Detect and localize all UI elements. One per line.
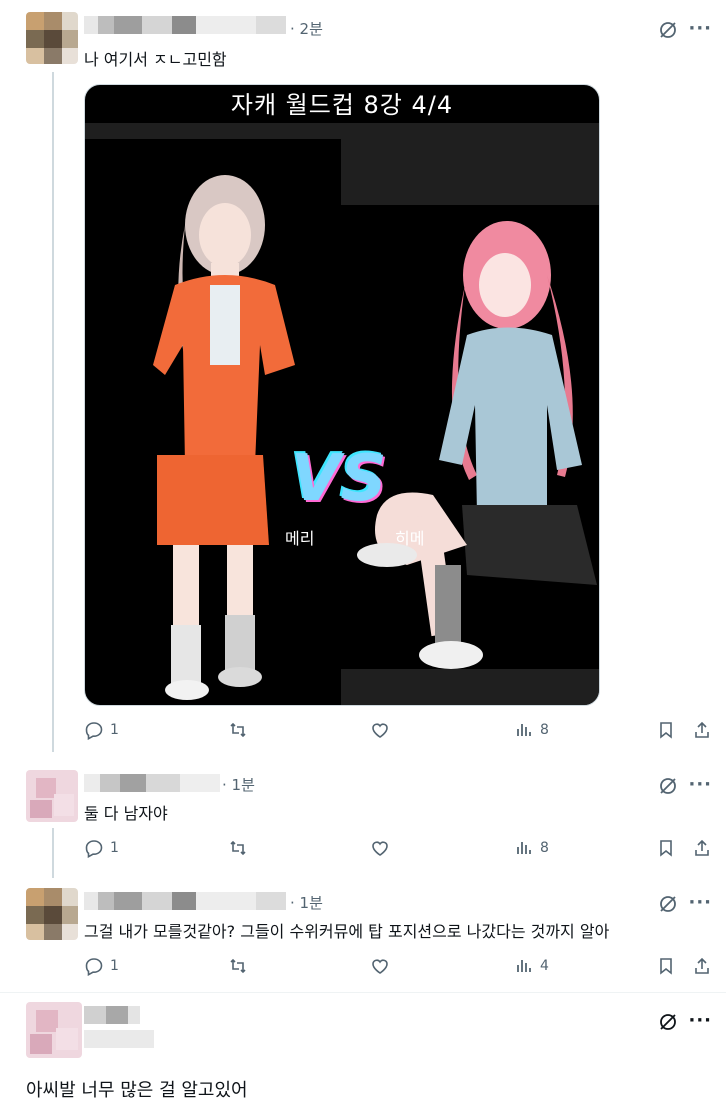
- reply-icon: [85, 840, 103, 858]
- more-icon[interactable]: ···: [688, 774, 712, 795]
- action-bar: 1 8: [84, 720, 714, 744]
- right-name-label: 히메: [395, 529, 425, 548]
- repost-button[interactable]: [228, 720, 248, 740]
- share-icon: [695, 839, 709, 856]
- post-time[interactable]: · 1분: [222, 774, 255, 795]
- heart-icon: [372, 723, 388, 738]
- views-bar-icon: [517, 960, 531, 972]
- reply-button[interactable]: 1: [84, 956, 119, 976]
- avatar[interactable]: [26, 888, 78, 940]
- panel-divider: [85, 123, 599, 139]
- grok-icon[interactable]: [658, 20, 678, 40]
- bookmark-button[interactable]: [656, 720, 676, 740]
- heart-icon: [372, 959, 388, 974]
- username-blurred[interactable]: [84, 1006, 140, 1024]
- views-bar-icon: [517, 842, 531, 854]
- reply-icon: [85, 958, 103, 976]
- avatar[interactable]: [26, 1002, 82, 1058]
- share-button[interactable]: [692, 956, 712, 976]
- handle-blurred[interactable]: [84, 1030, 154, 1048]
- post[interactable]: · 1분 ··· 둘 다 남자야 1 8: [0, 764, 726, 874]
- reply-icon: [85, 722, 103, 740]
- views-bar-icon: [517, 724, 531, 736]
- post[interactable]: · 1분 ··· 그걸 내가 모를것같아? 그들이 수위커뮤에 탑 포지션으로 …: [0, 882, 726, 992]
- post-text: 아씨발 너무 많은 걸 알고있어: [26, 1080, 248, 1101]
- avatar[interactable]: [26, 12, 78, 64]
- post-time[interactable]: · 2분: [290, 18, 323, 39]
- grok-icon[interactable]: [658, 894, 678, 914]
- bookmark-button[interactable]: [656, 956, 676, 976]
- repost-button[interactable]: [228, 838, 248, 858]
- worldcup-title: 자캐 월드컵 8강 4/4: [230, 91, 454, 119]
- post-image[interactable]: 자캐 월드컵 8강 4/4 VS 메리 히메: [84, 84, 600, 706]
- avatar[interactable]: [26, 770, 78, 822]
- post[interactable]: · 2분 ··· 나 여기서 ㅈㄴ고민함 자캐 월드컵 8강 4/4 VS 메리…: [0, 0, 726, 760]
- reply-button[interactable]: 1: [84, 720, 119, 740]
- share-icon: [695, 721, 709, 738]
- more-icon[interactable]: ···: [688, 892, 712, 913]
- action-bar: 1 4: [84, 956, 714, 980]
- username-blurred[interactable]: [84, 892, 286, 910]
- bookmark-button[interactable]: [656, 838, 676, 858]
- vs-badge: VS: [291, 442, 387, 516]
- repost-icon: [230, 958, 246, 974]
- like-button[interactable]: [370, 838, 390, 858]
- share-icon: [695, 957, 709, 974]
- post-time[interactable]: · 1분: [290, 892, 323, 913]
- post-text: 둘 다 남자야: [84, 804, 168, 823]
- left-name-label: 메리: [285, 529, 315, 548]
- more-icon[interactable]: ···: [688, 18, 712, 39]
- divider: [0, 992, 726, 993]
- panel-divider: [341, 139, 599, 205]
- share-button[interactable]: [692, 838, 712, 858]
- post-text: 나 여기서 ㅈㄴ고민함: [84, 50, 227, 69]
- repost-button[interactable]: [228, 956, 248, 976]
- grok-icon[interactable]: [658, 1012, 678, 1032]
- bookmark-icon: [660, 840, 672, 857]
- like-button[interactable]: [370, 720, 390, 740]
- share-button[interactable]: [692, 720, 712, 740]
- views-button[interactable]: 8: [514, 720, 549, 740]
- heart-icon: [372, 841, 388, 856]
- grok-icon[interactable]: [658, 776, 678, 796]
- repost-icon: [230, 840, 246, 856]
- post-text: 그걸 내가 모를것같아? 그들이 수위커뮤에 탑 포지션으로 나갔다는 것까지 …: [84, 922, 610, 941]
- views-button[interactable]: 8: [514, 838, 549, 858]
- username-blurred[interactable]: [84, 16, 286, 34]
- views-button[interactable]: 4: [514, 956, 549, 976]
- action-bar: 1 8: [84, 838, 714, 862]
- post[interactable]: ··· 아씨발 너무 많은 걸 알고있어: [0, 996, 726, 1106]
- bookmark-icon: [660, 722, 672, 739]
- reply-button[interactable]: 1: [84, 838, 119, 858]
- left-character-illustration: [153, 175, 295, 700]
- bookmark-icon: [660, 958, 672, 975]
- like-button[interactable]: [370, 956, 390, 976]
- more-icon[interactable]: ···: [688, 1010, 712, 1031]
- username-blurred[interactable]: [84, 774, 220, 792]
- repost-icon: [230, 722, 246, 738]
